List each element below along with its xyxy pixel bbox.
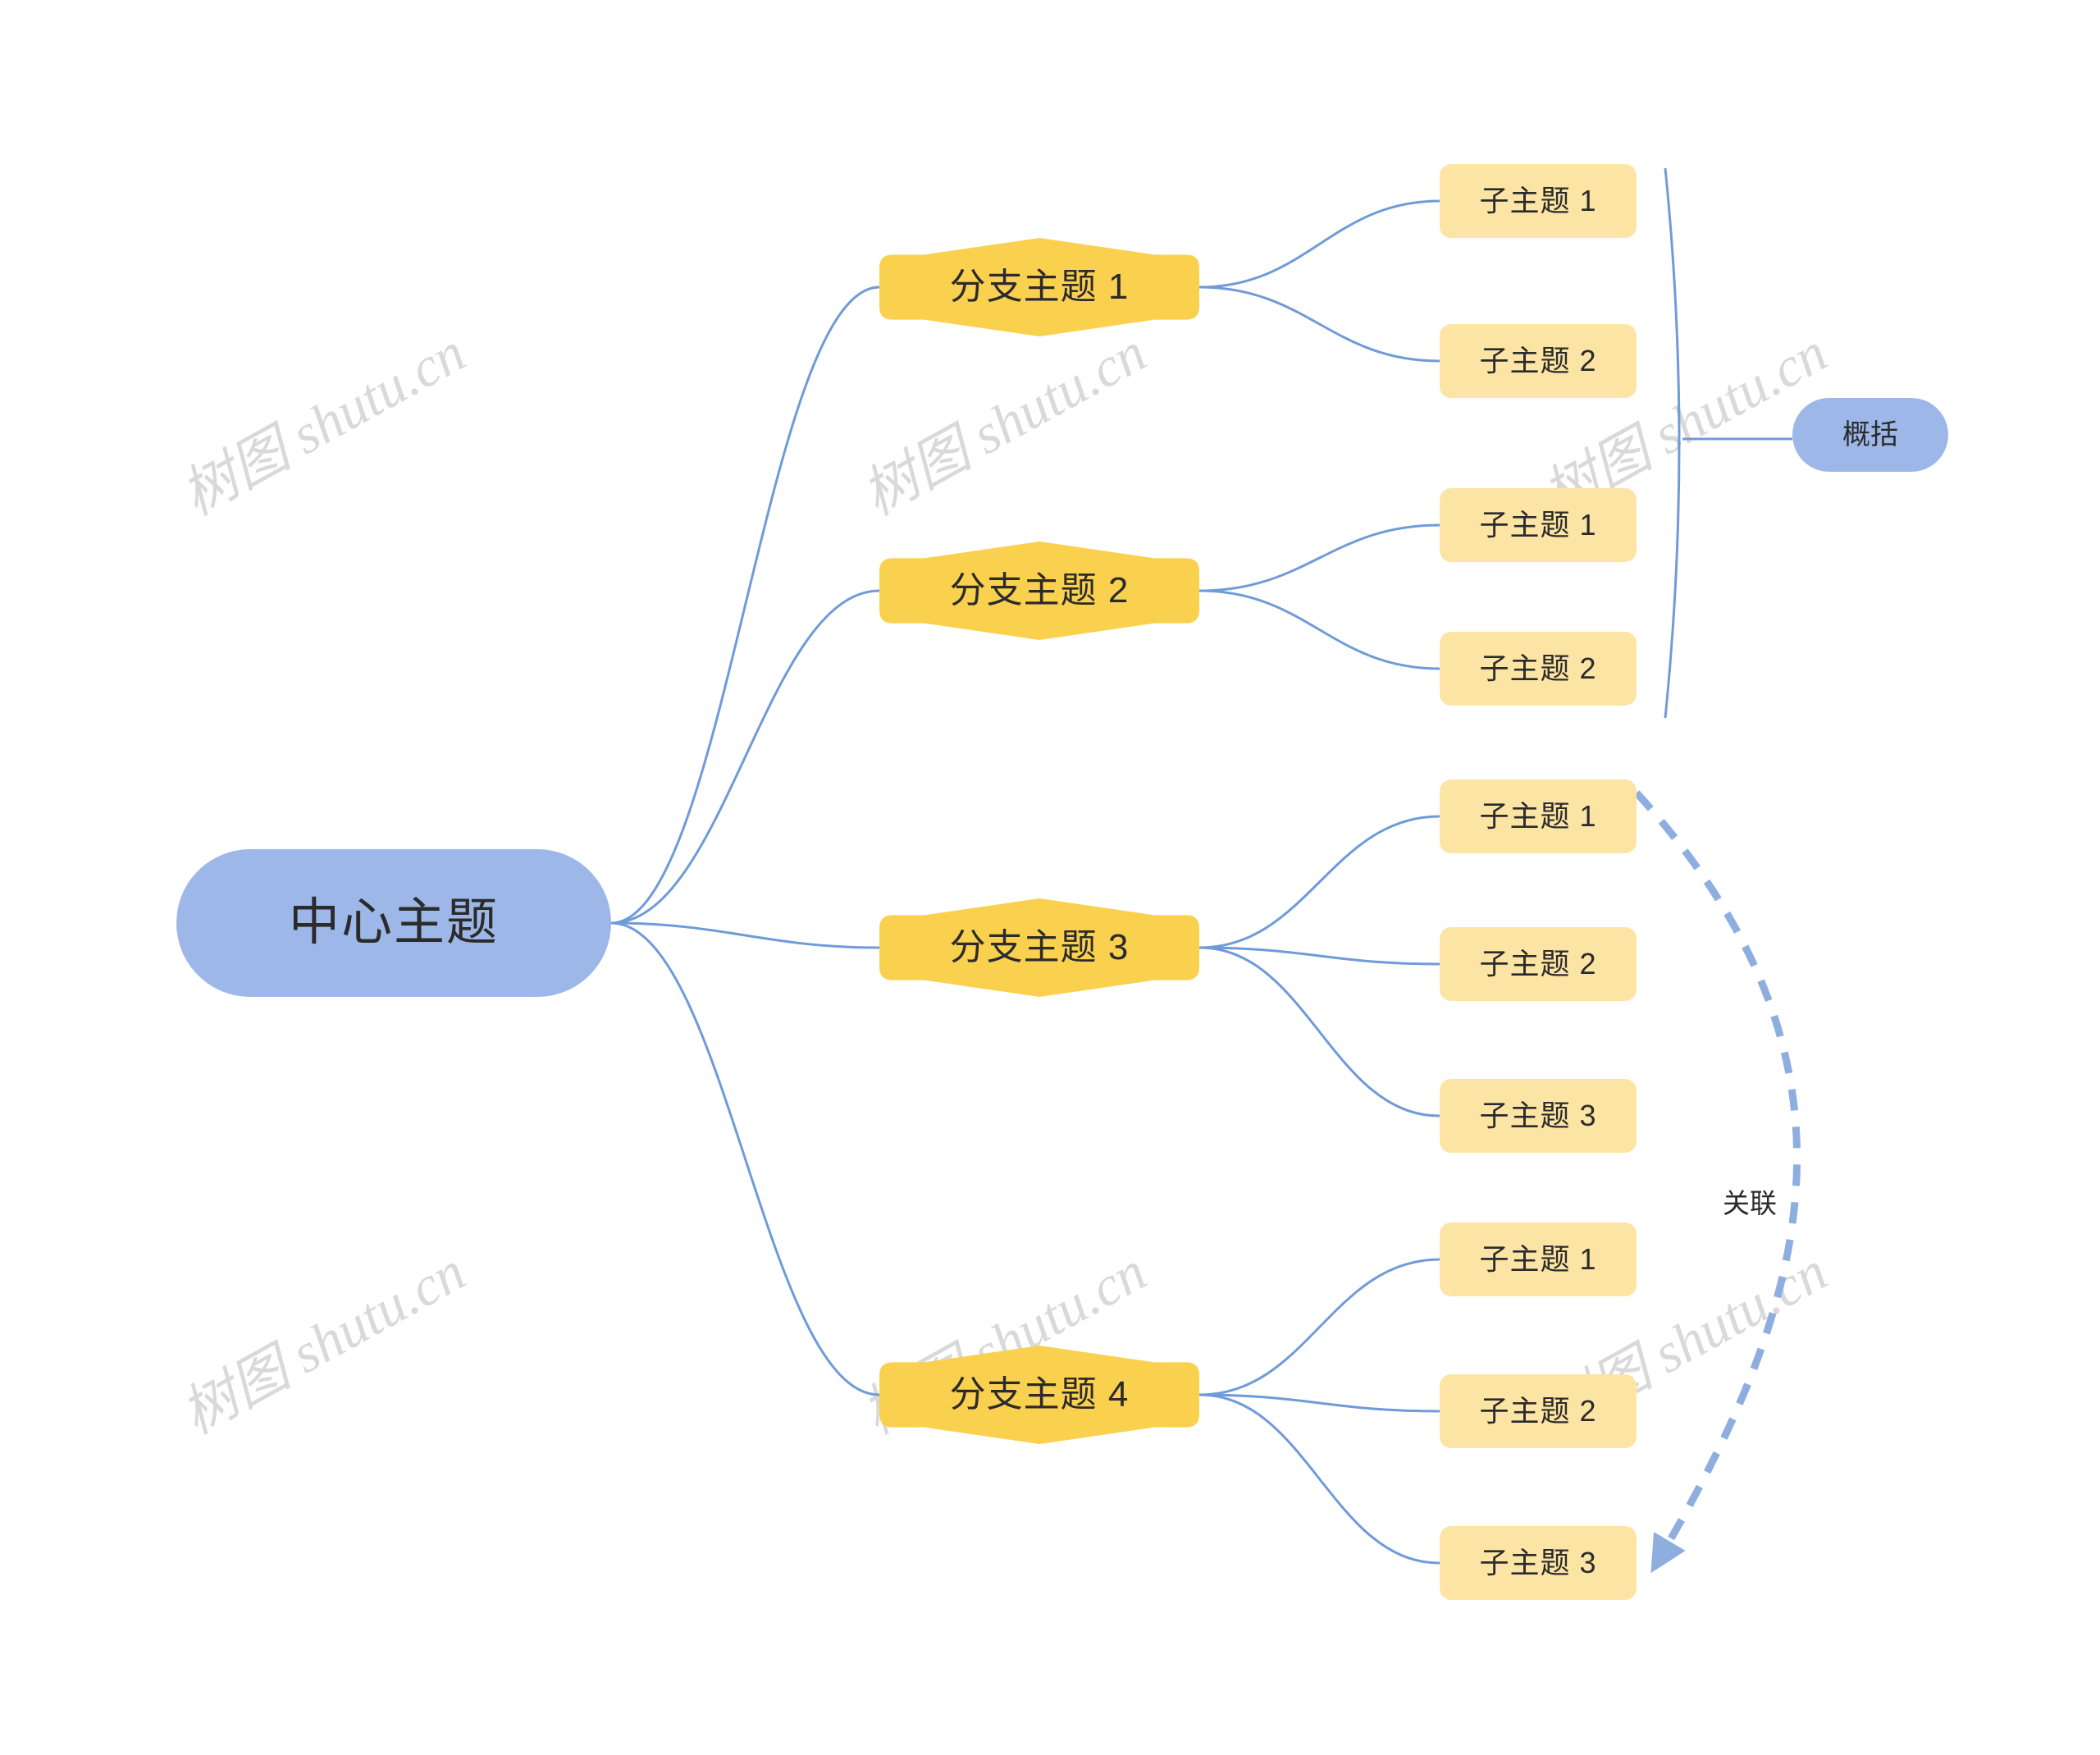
edge-branch-4-to-subtopic-1 [1198,1258,1440,1396]
edge-central-to-branch-3 [610,921,880,949]
relation-label: 关联 [1723,1188,1777,1218]
edge-central-to-branch-2 [610,589,880,925]
branch-topic-2-label: 分支主题 2 [949,570,1130,610]
subtopic-3-2-label: 子主题 2 [1479,947,1597,980]
relation-arrow [1633,790,1801,1574]
edge-branch-2-to-subtopic-1 [1198,523,1440,592]
central-topic-label: 中心主题 [288,894,499,951]
edge-branch-1-to-subtopic-2 [1198,286,1440,363]
subtopic-3-3-label: 子主题 3 [1479,1099,1597,1132]
subtopic-4-1-label: 子主题 1 [1479,1242,1597,1276]
watermark-text: 树图 shutu.cn [171,320,476,528]
branch-topic-1-label: 分支主题 1 [949,267,1130,307]
branch-topic-4-label: 分支主题 4 [949,1374,1130,1415]
branch-topic-1[interactable]: 分支主题 1 [879,238,1199,336]
watermark-text: 树图 shutu.cn [851,320,1157,528]
subtopic-4-3[interactable]: 子主题 3 [1440,1526,1637,1600]
subtopic-3-3[interactable]: 子主题 3 [1440,1079,1637,1153]
edge-branch-4-to-subtopic-3 [1198,1393,1440,1565]
subtopic-3-1[interactable]: 子主题 1 [1440,779,1637,853]
edge-branch-3-to-subtopic-2 [1198,946,1440,966]
edge-branch-4-to-subtopic-2 [1198,1393,1440,1413]
watermark-text: 树图 shutu.cn [171,1239,476,1447]
edge-central-to-branch-1 [610,286,880,925]
subtopic-1-2[interactable]: 子主题 2 [1440,324,1637,398]
subtopic-4-1[interactable]: 子主题 1 [1440,1223,1637,1296]
edge-branch-1-to-subtopic-1 [1198,199,1440,289]
branch-topic-3[interactable]: 分支主题 3 [879,898,1199,997]
subtopic-3-2[interactable]: 子主题 2 [1440,927,1637,1001]
subtopic-2-1-label: 子主题 1 [1479,508,1597,542]
subtopic-1-2-label: 子主题 2 [1479,344,1597,377]
subtopic-4-2[interactable]: 子主题 2 [1440,1374,1637,1448]
branch-topic-4[interactable]: 分支主题 4 [879,1346,1199,1444]
edge-branch-3-to-subtopic-3 [1198,946,1440,1117]
edge-branch-3-to-subtopic-1 [1198,815,1440,949]
subtopic-2-2[interactable]: 子主题 2 [1440,632,1637,706]
subtopic-1-1-label: 子主题 1 [1479,184,1597,217]
branch-topic-3-label: 分支主题 3 [949,927,1130,967]
subtopic-1-1[interactable]: 子主题 1 [1440,164,1637,238]
edge-central-to-branch-4 [610,921,880,1396]
subtopic-2-1[interactable]: 子主题 1 [1440,488,1637,562]
edge-branch-2-to-subtopic-2 [1198,589,1440,670]
central-topic[interactable]: 中心主题 [176,849,611,997]
summary-node-label: 概括 [1842,419,1898,450]
subtopic-4-3-label: 子主题 3 [1479,1546,1597,1579]
summary-bracket [1664,167,1681,719]
subtopic-2-2-label: 子主题 2 [1479,651,1597,685]
branch-topic-2[interactable]: 分支主题 2 [879,542,1199,640]
subtopic-3-1-label: 子主题 1 [1479,799,1597,833]
subtopic-4-2-label: 子主题 2 [1479,1394,1597,1428]
mindmap-canvas: 树图 shutu.cn 树图 shutu.cn 树图 shutu.cn 树图 shut… [0,0,2100,1755]
summary-node[interactable]: 概括 [1792,398,1948,472]
